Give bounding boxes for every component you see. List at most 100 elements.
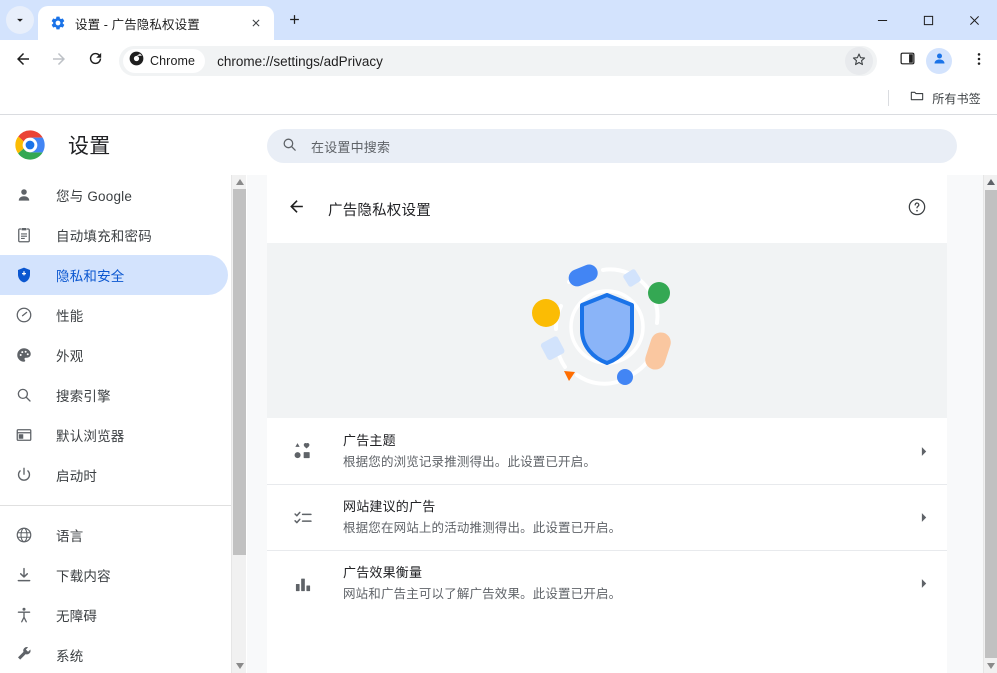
shield-icon (14, 265, 34, 285)
arrow-right-icon (50, 50, 68, 73)
all-bookmarks-button[interactable]: 所有书签 (901, 86, 989, 110)
bookmarks-separator (888, 90, 890, 106)
maximize-button[interactable] (905, 0, 951, 40)
sidebar-item-default-browser[interactable]: 默认浏览器 (0, 415, 228, 455)
page-scrollbar-thumb[interactable] (985, 190, 997, 658)
sidebar-item-label: 下载内容 (56, 569, 111, 584)
tab-strip: 设置 - 广告隐私权设置 (0, 0, 997, 40)
sidebar-item-label: 自动填充和密码 (56, 229, 152, 244)
sidebar-item-downloads[interactable]: 下载内容 (0, 555, 228, 595)
triangle-up-icon[interactable] (984, 175, 997, 189)
help-circle-icon (907, 197, 927, 222)
page-scrollbar[interactable] (983, 175, 997, 673)
setting-row-ad-measurement[interactable]: 广告效果衡量 网站和广告主可以了解广告效果。此设置已开启。 (267, 550, 947, 616)
minimize-button[interactable] (859, 0, 905, 40)
settings-sidebar: 您与 Google 自动填充和密码 隐私和安全 性能 外观 搜索引擎 默认浏览器… (0, 175, 231, 673)
setting-row-text: 广告主题 根据您的浏览记录推测得出。此设置已开启。 (343, 431, 913, 472)
chrome-logo-icon (14, 129, 46, 161)
chevron-right-icon[interactable] (913, 574, 933, 594)
chrome-chip-label: Chrome (150, 54, 196, 68)
triangle-down-icon[interactable] (232, 659, 247, 673)
url-text[interactable]: chrome://settings/adPrivacy (217, 54, 383, 69)
person-icon (14, 185, 34, 205)
folder-icon (909, 88, 925, 109)
reload-button[interactable] (81, 47, 109, 75)
window-controls (859, 0, 997, 40)
tab-search-button[interactable] (6, 6, 34, 34)
forward-button (45, 47, 73, 75)
sidebar-scrollbar[interactable] (231, 175, 246, 673)
close-button[interactable] (951, 0, 997, 40)
ad-privacy-title: 广告隐私权设置 (328, 202, 431, 219)
close-icon[interactable] (246, 13, 266, 33)
bar-chart-icon (292, 573, 314, 595)
palette-icon (14, 345, 34, 365)
sidebar-item-appearance[interactable]: 外观 (0, 335, 228, 375)
shield-shape (580, 292, 634, 365)
setting-subtitle: 根据您的浏览记录推测得出。此设置已开启。 (343, 454, 597, 469)
reload-icon (87, 50, 104, 72)
wrench-icon (14, 645, 34, 665)
help-button[interactable] (901, 193, 933, 225)
ad-privacy-header: 广告隐私权设置 (267, 175, 947, 243)
sidebar-item-search-engine[interactable]: 搜索引擎 (0, 375, 228, 415)
chevron-right-icon[interactable] (913, 508, 933, 528)
chrome-origin-chip[interactable]: Chrome (123, 49, 206, 73)
chevron-right-icon[interactable] (913, 441, 933, 461)
omnibox-actions (845, 47, 877, 75)
ad-topics-shapes-icon (292, 440, 314, 462)
settings-search-box[interactable]: 在设置中搜索 (267, 129, 957, 163)
blue-pill (568, 264, 598, 286)
browser-tab-settings[interactable]: 设置 - 广告隐私权设置 (38, 6, 274, 40)
setting-row-text: 广告效果衡量 网站和广告主可以了解广告效果。此设置已开启。 (343, 563, 913, 604)
setting-title: 广告效果衡量 (343, 565, 423, 580)
orange-triangle (564, 370, 575, 381)
sidebar-item-system[interactable]: 系统 (0, 635, 228, 673)
accessibility-icon (14, 605, 34, 625)
bookmark-star-button[interactable] (845, 47, 873, 75)
plus-icon (287, 12, 302, 32)
speedometer-icon (14, 305, 34, 325)
chevron-down-icon (13, 13, 27, 27)
arrow-left-icon (287, 197, 306, 221)
side-panel-icon (899, 50, 916, 72)
account-avatar-icon (932, 51, 947, 71)
back-button[interactable] (9, 47, 37, 75)
green-dot (648, 281, 670, 304)
tab-title: 设置 - 广告隐私权设置 (75, 17, 200, 32)
side-panel-button[interactable] (893, 47, 921, 75)
setting-row-text: 网站建议的广告 根据您在网站上的活动推测得出。此设置已开启。 (343, 497, 913, 538)
download-icon (14, 565, 34, 585)
setting-row-ad-topics[interactable]: 广告主题 根据您的浏览记录推测得出。此设置已开启。 (267, 418, 947, 484)
sidebar-item-you-and-google[interactable]: 您与 Google (0, 175, 228, 215)
checklist-icon (292, 507, 314, 529)
sidebar-item-label: 隐私和安全 (56, 269, 125, 284)
sidebar-item-label: 性能 (56, 309, 84, 324)
sidebar-item-autofill[interactable]: 自动填充和密码 (0, 215, 228, 255)
power-icon (14, 465, 34, 485)
search-icon (281, 136, 301, 156)
chrome-menu-button[interactable] (965, 47, 993, 75)
search-input[interactable]: 在设置中搜索 (311, 137, 390, 156)
triangle-down-icon[interactable] (984, 659, 997, 673)
profile-button[interactable] (926, 48, 952, 74)
toolbar-right-actions (885, 47, 997, 75)
setting-row-site-suggested-ads[interactable]: 网站建议的广告 根据您在网站上的活动推测得出。此设置已开启。 (267, 484, 947, 550)
setting-title: 广告主题 (343, 432, 396, 448)
chrome-logo-icon (129, 51, 144, 71)
sidebar-item-on-startup[interactable]: 启动时 (0, 455, 228, 495)
sidebar-item-privacy-and-security[interactable]: 隐私和安全 (0, 255, 228, 295)
sidebar-item-languages[interactable]: 语言 (0, 515, 228, 555)
sidebar-item-performance[interactable]: 性能 (0, 295, 228, 335)
address-bar[interactable]: Chrome chrome://settings/adPrivacy (119, 46, 877, 76)
triangle-up-icon[interactable] (232, 175, 247, 189)
new-tab-button[interactable] (280, 8, 308, 36)
back-button[interactable] (280, 193, 312, 225)
browser-window-icon (14, 425, 34, 445)
sidebar-item-accessibility[interactable]: 无障碍 (0, 595, 228, 635)
sidebar-item-label: 搜索引擎 (56, 389, 111, 404)
yellow-dot (532, 298, 560, 327)
sidebar-scrollbar-thumb[interactable] (233, 189, 246, 555)
setting-subtitle: 网站和广告主可以了解广告效果。此设置已开启。 (343, 587, 622, 601)
page-title: 设置 (68, 135, 111, 158)
